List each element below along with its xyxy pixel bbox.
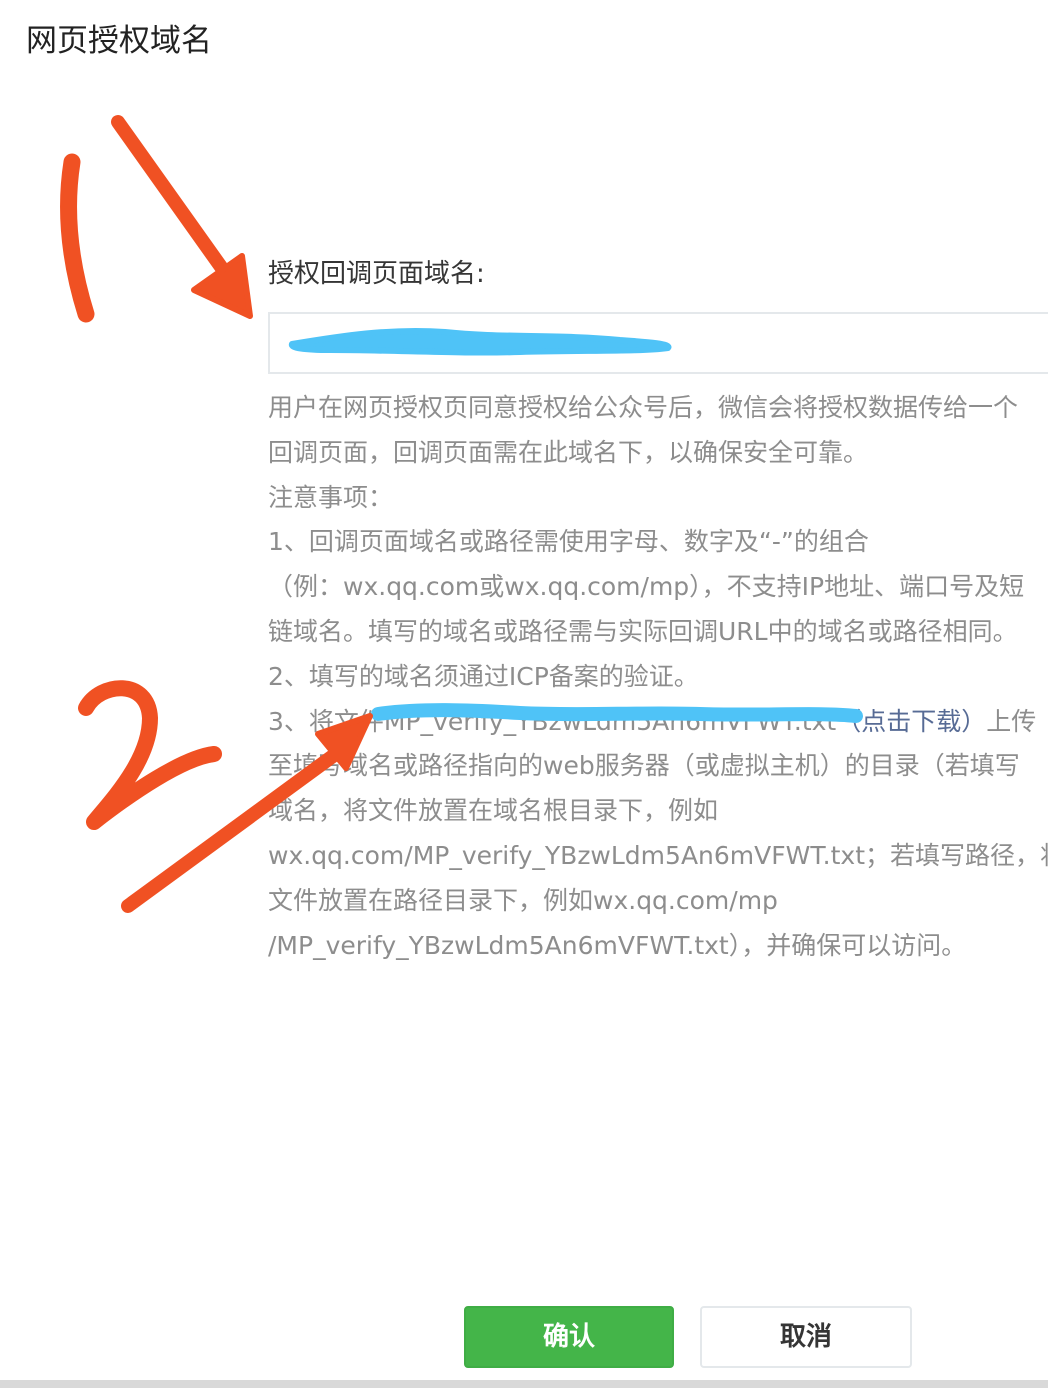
help-text: 用户在网页授权页同意授权给公众号后，微信会将授权数据传给一个 回调页面，回调页面… [268,386,1048,968]
help-line: （例：wx.qq.com或wx.qq.com/mp），不支持IP地址、端口号及短 [268,572,1025,602]
help-line: 回调页面，回调页面需在此域名下，以确保安全可靠。 [268,437,869,467]
help-line: 链域名。填写的域名或路径需与实际回调URL中的域名或路径相同。 [268,616,1018,646]
notes-heading: 注意事项： [268,482,394,512]
arrow-1-icon [111,115,243,295]
help-line: wx.qq.com/MP_verify_YBzwLdm5An6mVFWT.txt… [268,840,1048,870]
help-line: 1、回调页面域名或路径需使用字母、数字及“-”的组合 [268,527,869,557]
callback-domain-input[interactable] [268,312,1048,374]
help-line: /MP_verify_YBzwLdm5An6mVFWT.txt），并确保可以访问… [268,930,967,960]
confirm-button[interactable]: 确认 [464,1306,674,1368]
cancel-button[interactable]: 取消 [700,1306,912,1368]
help-line-suffix: 上传 [986,706,1037,736]
arrow-1-head [191,253,253,319]
callback-domain-label: 授权回调页面域名: [268,259,485,289]
download-link[interactable]: （点击下载） [836,707,986,736]
help-line: 域名，将文件放置在域名根目录下，例如 [268,796,719,826]
help-line: 2、填写的域名须通过ICP备案的验证。 [268,661,699,691]
help-line: 用户在网页授权页同意授权给公众号后，微信会将授权数据传给一个 [268,393,1019,422]
verify-file-name: 3、将文件MP_verify_YBzwLdm5An6mVFWT.txt [268,706,837,736]
dialog-title: 网页授权域名 [26,23,212,59]
dialog-bottom-edge [0,1380,1048,1388]
annotation-mark-1 [60,153,95,323]
verify-file-line: 3、将文件MP_verify_YBzwLdm5An6mVFWT.txt（点击下载… [268,700,1048,745]
help-line: 至填写域名或路径指向的web服务器（或虚拟主机）的目录（若填写 [268,751,1020,781]
annotation-mark-2 [78,680,222,830]
help-line: 文件放置在路径目录下，例如wx.qq.com/mp [268,885,778,915]
